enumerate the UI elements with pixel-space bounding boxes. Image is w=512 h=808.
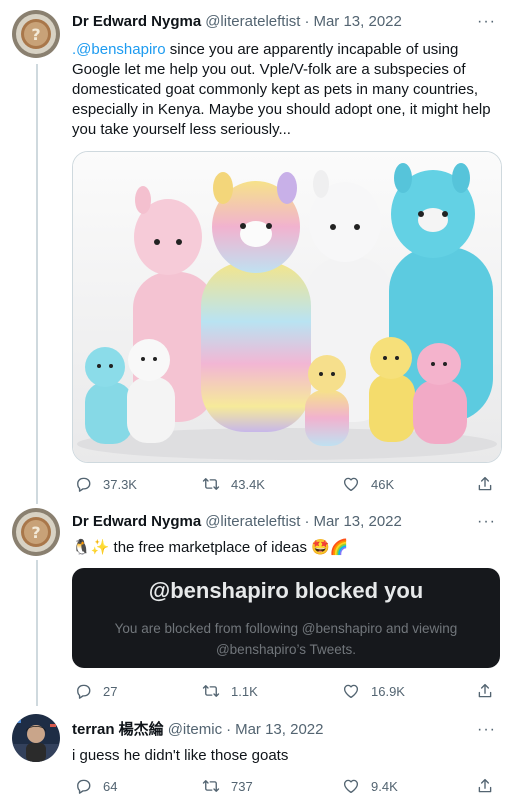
reply-button[interactable]: 64 (74, 777, 117, 795)
more-icon[interactable]: ··· (473, 720, 500, 740)
handle[interactable]: @itemic (168, 720, 222, 740)
tweet-text: i guess he didn't like those goats (72, 747, 289, 764)
like-icon (343, 477, 359, 492)
more-icon[interactable]: ··· (473, 512, 500, 532)
reply-button[interactable]: 27 (74, 682, 117, 700)
like-count: 46K (371, 476, 395, 492)
reply-icon (77, 477, 91, 492)
retweet-icon (202, 685, 220, 697)
display-name[interactable]: Dr Edward Nygma (72, 512, 201, 532)
like-icon (343, 779, 359, 794)
like-button[interactable]: 46K (342, 475, 394, 493)
reply-count: 37.3K (103, 476, 137, 492)
separator: · (304, 13, 310, 30)
mention-link[interactable]: .@benshapiro (72, 41, 166, 58)
retweet-icon (202, 780, 220, 792)
share-icon (478, 778, 492, 793)
more-icon[interactable]: ··· (473, 12, 500, 32)
avatar[interactable] (12, 714, 60, 762)
thread-line (36, 64, 38, 504)
retweet-button[interactable]: 43.4K (202, 475, 265, 493)
like-count: 16.9K (371, 683, 405, 699)
like-count: 9.4K (371, 778, 398, 794)
like-button[interactable]: 9.4K (342, 777, 398, 795)
blocked-card: @benshapiro blocked you You are blocked … (72, 568, 500, 668)
share-icon (478, 476, 492, 491)
blocked-message: You are blocked from following @benshapi… (114, 621, 458, 657)
tweet-body: the free marketplace of ideas (109, 539, 312, 556)
svg-text:?: ? (31, 25, 40, 44)
alpaca-plush-image (73, 152, 501, 462)
reply-count: 64 (103, 778, 118, 794)
separator: · (226, 721, 232, 738)
separator: · (304, 513, 310, 530)
blocked-title: @benshapiro blocked you (148, 578, 424, 603)
retweet-button[interactable]: 1.1K (202, 682, 258, 700)
timestamp[interactable]: Mar 13, 2022 (313, 512, 401, 532)
share-button[interactable] (476, 682, 494, 700)
tweet-text: .@benshapiro since you are apparently in… (72, 40, 500, 140)
retweet-count: 43.4K (231, 476, 265, 492)
tweet-header: Dr Edward Nygma @literateleftist · Mar 1… (72, 512, 500, 532)
tweet-actions: 64 737 9.4K (72, 777, 500, 797)
retweet-icon (202, 478, 220, 490)
reply-icon (77, 684, 91, 699)
tweet-actions: 37.3K 43.4K 46K (72, 475, 500, 495)
retweet-count: 737 (231, 778, 253, 794)
timestamp[interactable]: Mar 13, 2022 (313, 12, 401, 32)
emoji-lead: 🐧✨ (72, 539, 110, 556)
reply-count: 27 (103, 683, 118, 699)
tweet-photo[interactable] (72, 151, 502, 463)
reply-button[interactable]: 37.3K (74, 475, 137, 493)
emoji-trail: 🤩🌈 (311, 539, 349, 556)
handle[interactable]: @literateleftist (205, 512, 300, 532)
display-name[interactable]: terran 楊杰綸 (72, 720, 164, 740)
avatar[interactable]: ? (12, 10, 60, 58)
retweet-button[interactable]: 737 (202, 777, 253, 795)
svg-text:?: ? (31, 523, 40, 542)
avatar[interactable]: ? (12, 508, 60, 556)
timestamp[interactable]: Mar 13, 2022 (235, 720, 323, 740)
thread-line (36, 560, 38, 706)
reply-icon (77, 779, 91, 794)
like-icon (343, 684, 359, 699)
share-button[interactable] (476, 777, 494, 795)
tweet-text: 🐧✨ the free marketplace of ideas 🤩🌈 (72, 538, 500, 558)
like-button[interactable]: 16.9K (342, 682, 405, 700)
share-button[interactable] (476, 475, 494, 493)
share-icon (478, 683, 492, 698)
tweet-actions: 27 1.1K 16.9K (72, 682, 500, 702)
display-name[interactable]: Dr Edward Nygma (72, 12, 201, 32)
tweet-header: terran 楊杰綸 @itemic · Mar 13, 2022 ··· (72, 720, 500, 740)
tweet-header: Dr Edward Nygma @literateleftist · Mar 1… (72, 12, 500, 32)
retweet-count: 1.1K (231, 683, 258, 699)
handle[interactable]: @literateleftist (205, 12, 300, 32)
